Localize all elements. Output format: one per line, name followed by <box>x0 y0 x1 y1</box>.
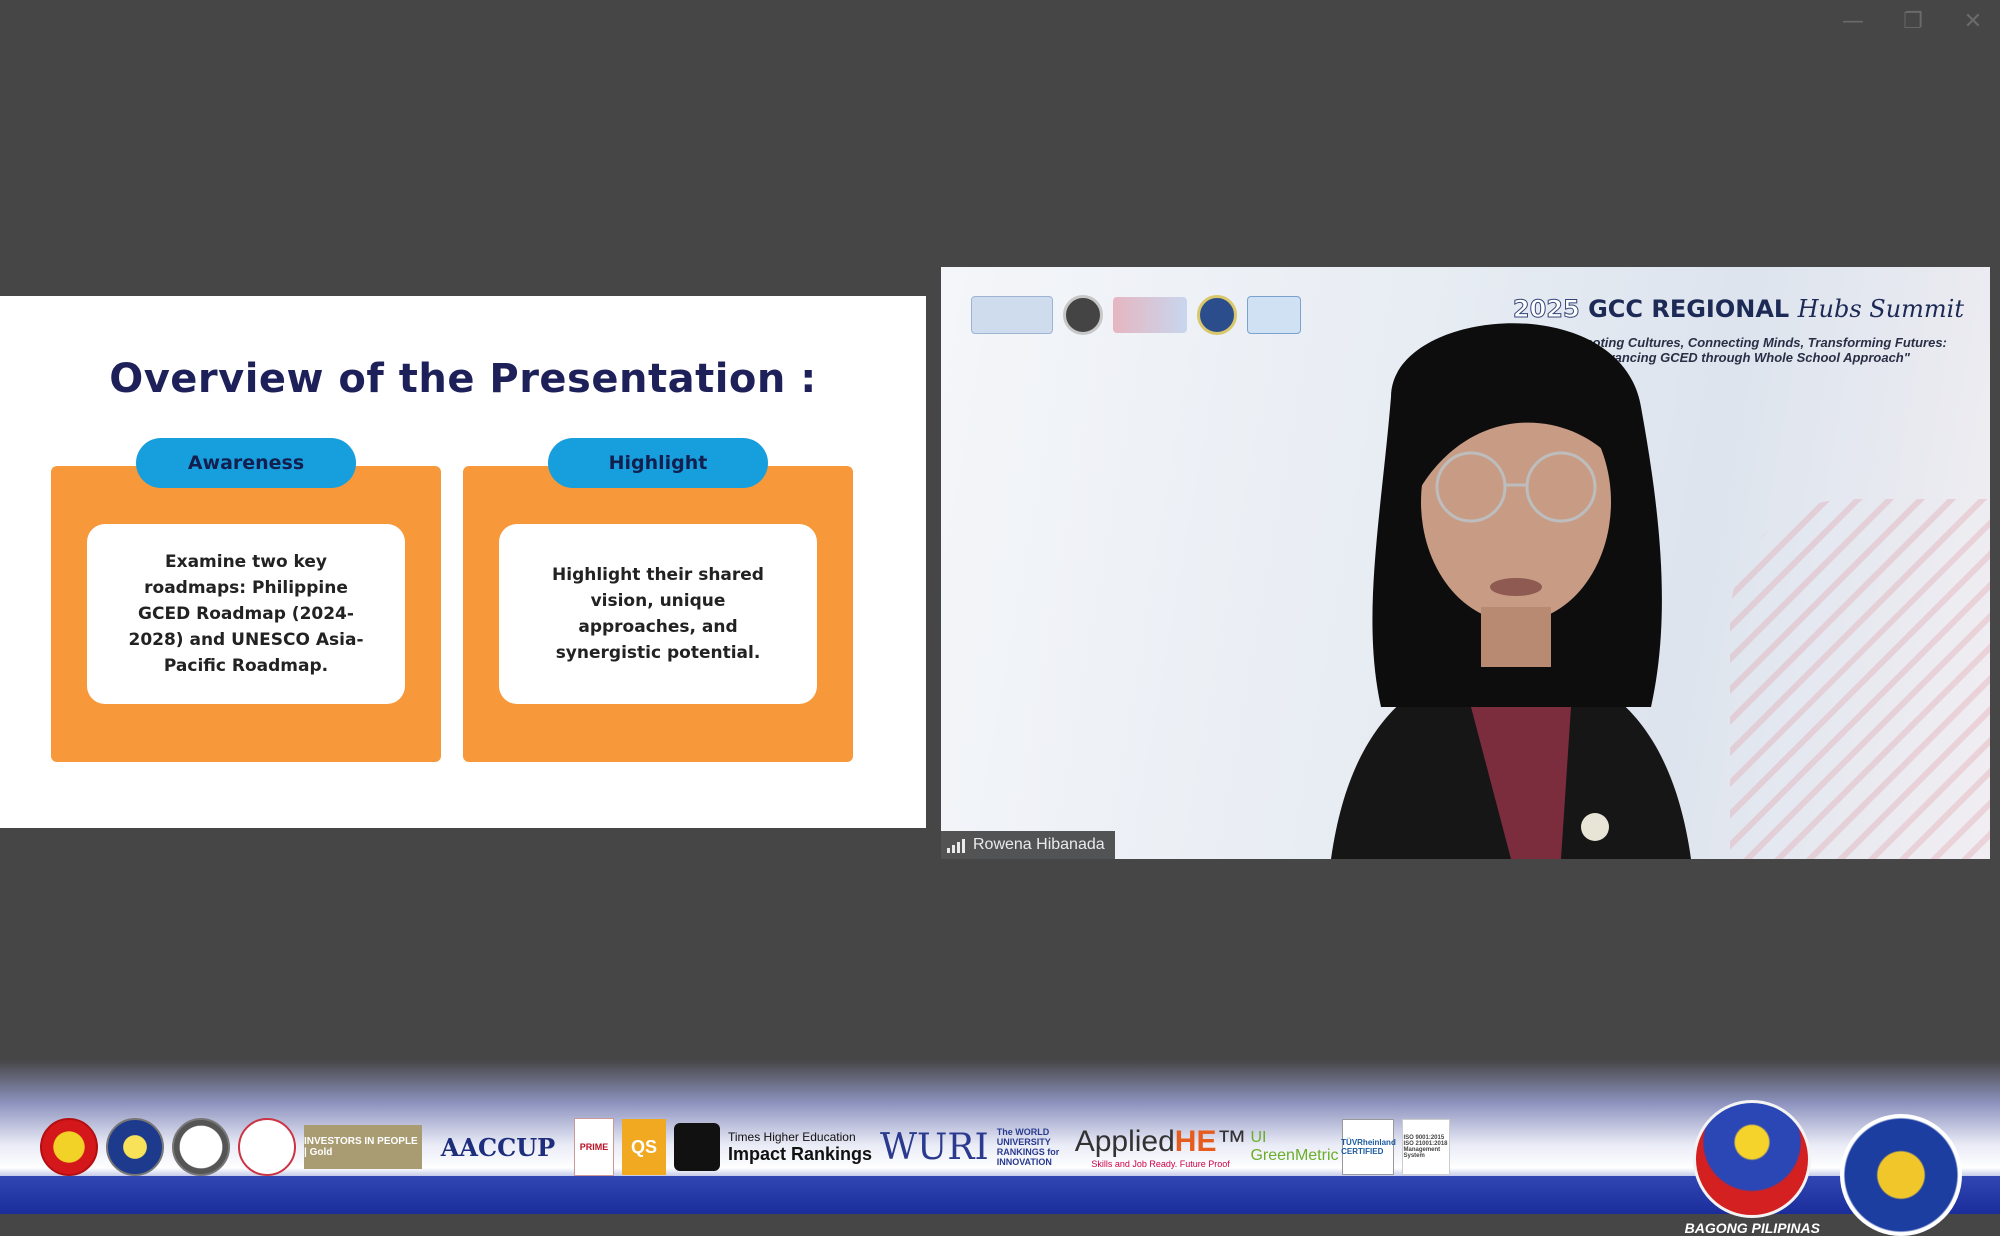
highlight-card: Highlight Highlight their shared vision,… <box>463 438 853 762</box>
slide-title: Overview of the Presentation : <box>109 356 817 402</box>
highlight-pill: Highlight <box>548 438 768 488</box>
the-line2: Impact Rankings <box>728 1143 873 1164</box>
school-seal-logo <box>1197 295 1237 335</box>
apceiu-logo <box>971 296 1053 334</box>
applied-text: Applied <box>1074 1125 1175 1158</box>
minimize-button[interactable]: — <box>1838 6 1868 36</box>
the-impact-rankings-logo: Times Higher Education Impact Rankings <box>728 1125 872 1169</box>
seal-logo <box>1063 295 1103 335</box>
iso-cert-logo: ISO 9001:2015 ISO 21001:2018 Management … <box>1402 1119 1451 1175</box>
university-logo-banner: INVESTORS IN PEOPLE | Gold AACCUP PRIME … <box>0 1060 2000 1236</box>
government-seal-logo <box>106 1118 164 1176</box>
speaker-video-tile[interactable]: 2025 GCC REGIONAL Hubs Summit "Promoting… <box>941 267 1990 859</box>
participant-name: Rowena Hibanada <box>973 836 1105 853</box>
asean-logo <box>40 1118 98 1176</box>
gccc-logo <box>1113 297 1187 333</box>
tuv-logo: TÜVRheinland CERTIFIED <box>1341 1119 1396 1175</box>
wuri-text: The WORLD UNIVERSITY RANKINGS for INNOVA… <box>996 1127 1060 1167</box>
participant-name-tag: Rowena Hibanada <box>941 831 1115 859</box>
highlight-text: Highlight their shared vision, unique ap… <box>499 524 817 704</box>
quality-recognition-logo <box>238 1118 296 1176</box>
qs-logo: QS <box>622 1119 666 1175</box>
window-controls: — ❐ ✕ <box>1838 6 1988 36</box>
close-button[interactable]: ✕ <box>1958 6 1988 36</box>
agency-seal-logo <box>172 1118 230 1176</box>
restore-button[interactable]: ❐ <box>1898 6 1928 36</box>
applied-tagline: Skills and Job Ready. Future Proof <box>1091 1159 1230 1169</box>
wuri-logo: WURI <box>880 1126 989 1168</box>
applied-tm: ™ <box>1216 1125 1247 1158</box>
psu-seal-logo <box>1840 1114 1962 1236</box>
accreditation-logos: INVESTORS IN PEOPLE | Gold AACCUP PRIME … <box>40 1118 1451 1176</box>
awareness-text: Examine two key roadmaps: Philippine GCE… <box>87 524 405 704</box>
prime-logo: PRIME <box>574 1118 614 1176</box>
appliedhe-logo: AppliedHE™ Skills and Job Ready. Future … <box>1075 1125 1247 1169</box>
the-impact-icon <box>674 1123 720 1171</box>
applied-he: HE <box>1174 1125 1217 1158</box>
summit-script: Hubs Summit <box>1797 295 1964 323</box>
speaker-figure <box>1331 323 1691 859</box>
bagong-pilipinas-logo: BAGONG PILIPINAS <box>1685 1100 1820 1236</box>
bagong-pilipinas-text: BAGONG PILIPINAS <box>1684 1220 1820 1236</box>
awareness-pill: Awareness <box>136 438 356 488</box>
the-line1: Times Higher Education <box>728 1129 856 1144</box>
greenmetric-logo: UI GreenMetric <box>1250 1129 1339 1164</box>
right-seals: BAGONG PILIPINAS <box>1685 1100 1962 1236</box>
shared-slide: Overview of the Presentation : Awareness… <box>0 296 926 828</box>
bagong-pilipinas-seal <box>1693 1100 1812 1218</box>
investors-in-people-logo: INVESTORS IN PEOPLE | Gold <box>304 1125 422 1169</box>
awareness-card: Awareness Examine two key roadmaps: Phil… <box>51 438 441 762</box>
connection-signal-icon <box>947 837 965 853</box>
aaccup-logo: AACCUP <box>440 1132 556 1162</box>
